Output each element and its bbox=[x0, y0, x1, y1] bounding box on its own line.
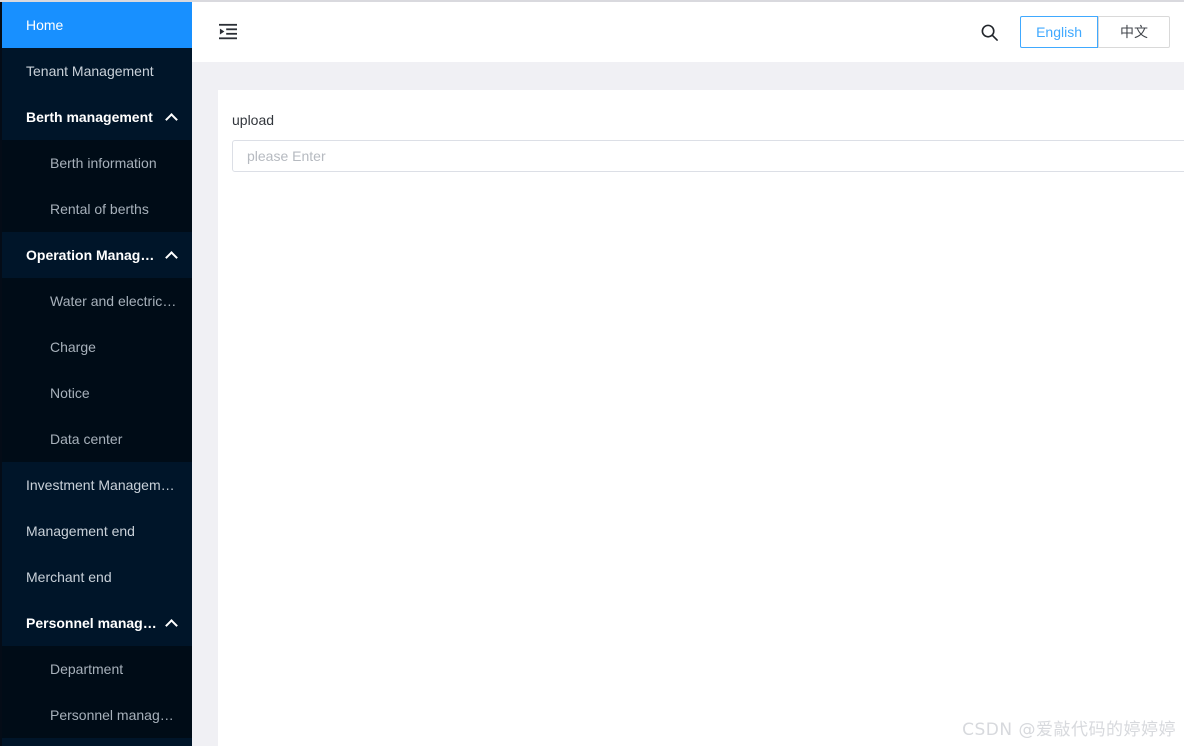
sidebar-item-berth-information[interactable]: Berth information bbox=[2, 140, 192, 186]
sidebar-item-investment-management[interactable]: Investment Management bbox=[2, 462, 192, 508]
sidebar-submenu: Berth information Rental of berths bbox=[2, 140, 192, 232]
content-area: upload bbox=[192, 88, 1184, 746]
top-header: English 中文 bbox=[192, 2, 1184, 62]
sidebar-item-label: Water and electricit... bbox=[50, 293, 178, 309]
sidebar-item-label: Management end bbox=[26, 523, 135, 539]
sidebar-item-label: Operation Managem... bbox=[26, 247, 158, 263]
sidebar-item-label: Berth management bbox=[26, 109, 153, 125]
sidebar-item-label: Home bbox=[26, 17, 64, 33]
sidebar-item-label: Merchant end bbox=[26, 569, 112, 585]
sidebar-menu-list: Home Tenant Management Berth management Ber… bbox=[2, 2, 192, 738]
sidebar-item-tenant-management[interactable]: Tenant Management bbox=[2, 48, 192, 94]
chevron-up-icon bbox=[166, 249, 178, 261]
menu-fold-icon[interactable] bbox=[214, 18, 242, 46]
sidebar-item-rental-of-berths[interactable]: Rental of berths bbox=[2, 186, 192, 232]
sidebar-submenu: Water and electricit... Charge Notice Data … bbox=[2, 278, 192, 462]
breadcrumb-strip bbox=[192, 62, 1184, 88]
sidebar-item-management-end[interactable]: Management end bbox=[2, 508, 192, 554]
language-button-chinese[interactable]: 中文 bbox=[1098, 16, 1170, 48]
sidebar-submenu: Department Personnel manage... bbox=[2, 646, 192, 738]
chevron-up-icon bbox=[166, 111, 178, 123]
sidebar-item-merchant-end[interactable]: Merchant end bbox=[2, 554, 192, 600]
sidebar-item-label: Investment Management bbox=[26, 477, 178, 493]
search-icon[interactable] bbox=[972, 15, 1006, 49]
content-card: upload bbox=[218, 90, 1184, 746]
sidebar-item-data-center[interactable]: Data center bbox=[2, 416, 192, 462]
sidebar: Home Tenant Management Berth management Ber… bbox=[0, 2, 192, 746]
upload-field-label: upload bbox=[232, 112, 275, 128]
sidebar-item-label: Personnel manage... bbox=[50, 707, 178, 723]
sidebar-item-department[interactable]: Department bbox=[2, 646, 192, 692]
upload-input[interactable] bbox=[232, 140, 1184, 172]
language-button-english[interactable]: English bbox=[1020, 16, 1098, 48]
sidebar-item-home[interactable]: Home bbox=[2, 2, 192, 48]
sidebar-item-label: Rental of berths bbox=[50, 201, 149, 217]
sidebar-item-label: Notice bbox=[50, 385, 90, 401]
sidebar-item-berth-management[interactable]: Berth management bbox=[2, 94, 192, 140]
sidebar-item-label: Data center bbox=[50, 431, 123, 447]
app-root: Home Tenant Management Berth management Ber… bbox=[0, 0, 1184, 746]
language-switcher: English 中文 bbox=[1020, 16, 1170, 48]
sidebar-item-charge[interactable]: Charge bbox=[2, 324, 192, 370]
sidebar-item-label: Personnel managem... bbox=[26, 615, 158, 631]
sidebar-item-operation-management[interactable]: Operation Managem... bbox=[2, 232, 192, 278]
sidebar-item-label: Tenant Management bbox=[26, 63, 154, 79]
sidebar-item-label: Charge bbox=[50, 339, 96, 355]
sidebar-item-water-and-electricity[interactable]: Water and electricit... bbox=[2, 278, 192, 324]
sidebar-item-label: Berth information bbox=[50, 155, 157, 171]
sidebar-item-notice[interactable]: Notice bbox=[2, 370, 192, 416]
chevron-up-icon bbox=[166, 617, 178, 629]
sidebar-item-personnel-manage[interactable]: Personnel manage... bbox=[2, 692, 192, 738]
sidebar-item-label: Department bbox=[50, 661, 124, 677]
sidebar-item-personnel-management[interactable]: Personnel managem... bbox=[2, 600, 192, 646]
